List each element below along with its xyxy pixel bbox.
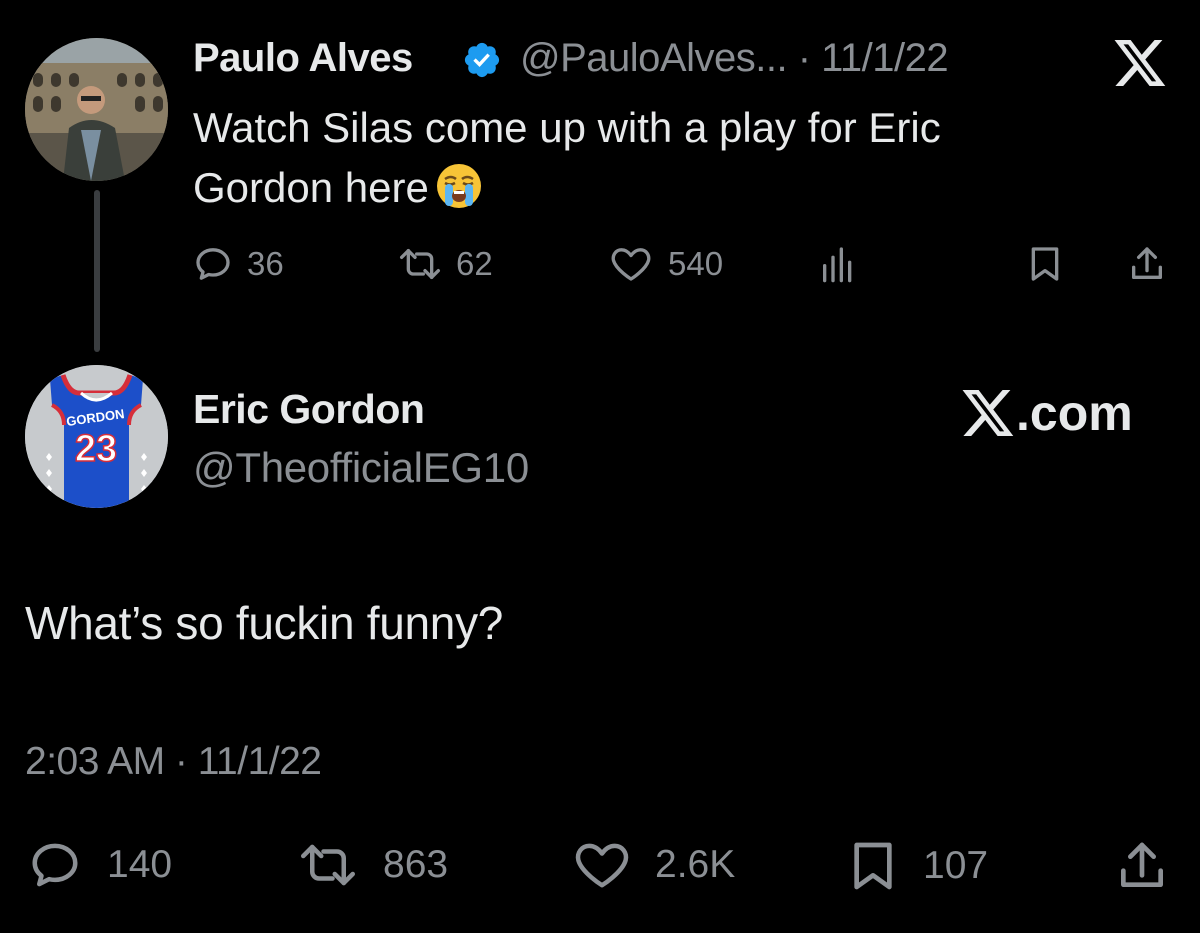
- parent-reply-button[interactable]: 36: [193, 244, 284, 284]
- reply-icon: [196, 248, 230, 280]
- main-action-bar: 140 863 2.6K 107: [25, 838, 1175, 898]
- parent-text-line2: Gordon here: [193, 158, 1073, 218]
- main-like-button[interactable]: 2.6K: [571, 838, 735, 892]
- parent-reply-count: 36: [247, 245, 284, 282]
- x-logo-icon: [1114, 40, 1166, 86]
- bookmark-icon: [1031, 247, 1059, 281]
- parent-repost-button[interactable]: 62: [398, 244, 493, 284]
- parent-share-button[interactable]: [1127, 244, 1167, 284]
- main-reply-button[interactable]: 140: [25, 838, 172, 892]
- eric-gordon-avatar[interactable]: GORDON 23: [25, 365, 168, 508]
- jersey-avatar-icon: GORDON 23: [25, 365, 168, 508]
- parent-repost-count: 62: [456, 245, 493, 282]
- parent-text-line1: Watch Silas come up with a play for Eric: [193, 104, 941, 151]
- main-share-button[interactable]: [1113, 838, 1171, 894]
- loudly-crying-face-icon: [436, 164, 481, 208]
- parent-handle-and-date: @PauloAlves... · 11/1/22: [520, 36, 949, 81]
- main-bookmark-count: 107: [923, 844, 989, 887]
- dot-separator: ·: [797, 36, 811, 80]
- parent-like-button[interactable]: 540: [608, 244, 723, 284]
- main-repost-button[interactable]: 863: [295, 838, 448, 892]
- heart-icon: [575, 843, 629, 888]
- parent-views-button[interactable]: [818, 244, 858, 284]
- parent-handle[interactable]: @PauloAlves...: [520, 36, 788, 80]
- parent-like-count: 540: [668, 245, 724, 282]
- repost-icon: [399, 249, 440, 279]
- parent-author-name[interactable]: Paulo Alves: [193, 36, 413, 81]
- share-icon: [1121, 842, 1163, 887]
- paulo-alves-avatar[interactable]: [25, 38, 168, 181]
- jersey-number-text: 23: [75, 428, 117, 470]
- parent-bookmark-button[interactable]: [1025, 244, 1065, 284]
- colosseum-photo-icon: [25, 38, 168, 181]
- x-logo-icon: [962, 390, 1014, 436]
- verified-badge-icon: [464, 42, 500, 78]
- main-bookmark-button[interactable]: 107: [845, 838, 988, 894]
- heart-icon: [611, 248, 651, 281]
- main-repost-count: 863: [383, 843, 449, 886]
- main-author-name[interactable]: Eric Gordon: [193, 386, 425, 433]
- parent-tweet-text: Watch Silas come up with a play for Eric…: [193, 98, 1073, 218]
- main-handle[interactable]: @TheofficialEG10: [193, 444, 529, 492]
- repost-icon: [301, 844, 355, 886]
- views-analytics-icon: [823, 247, 852, 283]
- bookmark-icon: [854, 842, 892, 890]
- main-like-count: 2.6K: [655, 843, 736, 886]
- x-com-watermark: .com: [962, 384, 1133, 442]
- parent-action-bar: 36 62 540: [193, 244, 1173, 294]
- share-icon: [1132, 247, 1162, 279]
- thread-connector-line: [94, 190, 100, 352]
- main-reply-count: 140: [107, 843, 173, 886]
- main-tweet-timestamp[interactable]: 2:03 AM · 11/1/22: [25, 740, 322, 784]
- parent-date[interactable]: 11/1/22: [821, 36, 949, 80]
- reply-icon: [32, 843, 78, 887]
- watermark-text: .com: [1016, 385, 1133, 441]
- main-tweet-text: What’s so fuckin funny?: [25, 597, 504, 649]
